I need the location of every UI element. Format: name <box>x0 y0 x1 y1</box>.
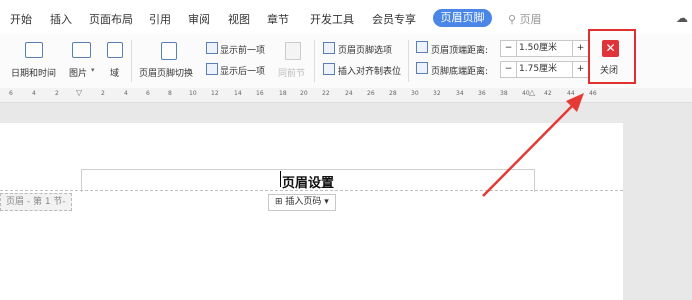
separator <box>131 40 132 82</box>
ruler-tick: 30 <box>411 90 419 97</box>
document-page[interactable]: 页眉设置 页眉 - 第 1 节- ⊞ 插入页码 ▾ <box>0 123 623 300</box>
decrement-button[interactable]: − <box>501 41 517 56</box>
footer-bottom-distance-label: 页脚底端距离: <box>431 67 489 77</box>
header-section-label: 页眉 - 第 1 节- <box>0 193 72 211</box>
ruler-tick: 36 <box>478 90 486 97</box>
picture-icon <box>72 42 91 58</box>
header-top-distance-value[interactable]: 1.50厘米 <box>519 41 557 56</box>
insert-align-tab-icon <box>323 63 335 75</box>
close-button-highlight[interactable]: ✕ 关闭 <box>588 29 636 84</box>
search-icon: ⚲ <box>508 13 520 26</box>
ruler-tick: 2 <box>55 90 59 97</box>
ruler-tick: 10 <box>189 90 197 97</box>
right-indent-marker[interactable]: △ <box>529 88 535 97</box>
header-text[interactable]: 页眉设置 <box>282 172 334 191</box>
ruler-tick: 26 <box>367 90 375 97</box>
cloud-icon[interactable]: ☁ <box>676 11 688 25</box>
increment-button[interactable]: + <box>572 62 588 77</box>
ruler-tick: 8 <box>168 90 172 97</box>
ruler-tick: 18 <box>279 90 287 97</box>
field-icon <box>107 42 123 58</box>
text-cursor <box>280 171 281 187</box>
ruler-tick: 16 <box>256 90 264 97</box>
header-top-distance-icon <box>416 41 428 53</box>
ruler-tick: 28 <box>389 90 397 97</box>
chevron-down-icon: ▾ <box>321 197 329 207</box>
left-indent-marker[interactable]: ▽ <box>76 88 82 97</box>
ruler-tick: 32 <box>433 90 441 97</box>
picture-dropdown-icon[interactable]: ▾ <box>91 66 95 74</box>
tab-insert[interactable]: 插入 <box>50 11 72 27</box>
ruler-tick: 34 <box>456 90 464 97</box>
date-time-label: 日期和时间 <box>11 69 57 79</box>
switch-label: 页眉页脚切换 <box>139 69 194 79</box>
header-top-distance-stepper[interactable]: − 1.50厘米 + <box>500 40 589 57</box>
tab-references[interactable]: 引用 <box>149 11 171 27</box>
tab-chapter[interactable]: 章节 <box>267 11 289 27</box>
hf-options-icon <box>323 42 335 54</box>
tab-developer[interactable]: 开发工具 <box>310 11 354 27</box>
ruler-tick: 6 <box>146 90 150 97</box>
separator <box>314 40 315 82</box>
insert-align-tab-label: 插入对齐制表位 <box>338 67 402 77</box>
tab-member[interactable]: 会员专享 <box>372 11 416 27</box>
tab-view[interactable]: 视图 <box>228 11 250 27</box>
document-canvas: 页眉设置 页眉 - 第 1 节- ⊞ 插入页码 ▾ <box>0 103 692 300</box>
search-box[interactable]: ⚲ 页眉 <box>508 11 542 27</box>
horizontal-ruler[interactable]: 6 4 2 2 4 6 8 10 12 14 16 18 20 22 24 26… <box>0 88 692 103</box>
show-prev-icon <box>206 42 218 54</box>
calendar-clock-icon <box>25 42 43 58</box>
tab-start[interactable]: 开始 <box>10 11 32 27</box>
page-number-icon: ⊞ <box>275 197 286 207</box>
tab-header-footer[interactable]: 页眉页脚 <box>433 9 492 27</box>
tab-page-layout[interactable]: 页面布局 <box>89 11 133 27</box>
ruler-tick: 2 <box>101 90 105 97</box>
ruler-tick: 12 <box>211 90 219 97</box>
ruler-tick: 4 <box>124 90 128 97</box>
ruler-tick: 20 <box>300 90 308 97</box>
same-as-previous-icon <box>285 42 301 60</box>
footer-bottom-distance-value[interactable]: 1.75厘米 <box>519 62 557 77</box>
show-next-label: 显示后一项 <box>220 67 266 77</box>
switch-icon <box>161 42 177 60</box>
show-next-icon <box>206 63 218 75</box>
ruler-tick: 14 <box>234 90 242 97</box>
picture-label: 图片 <box>69 69 88 79</box>
close-label: 关闭 <box>600 66 619 76</box>
ruler-tick: 22 <box>322 90 330 97</box>
insert-page-number-button[interactable]: ⊞ 插入页码 ▾ <box>268 194 336 211</box>
increment-button[interactable]: + <box>572 41 588 56</box>
ruler-tick: 6 <box>9 90 13 97</box>
close-icon: ✕ <box>602 40 619 57</box>
decrement-button[interactable]: − <box>501 62 517 77</box>
ruler-tick: 38 <box>500 90 508 97</box>
ruler-tick: 42 <box>544 90 552 97</box>
tab-review[interactable]: 审阅 <box>188 11 210 27</box>
show-prev-label: 显示前一项 <box>220 46 266 56</box>
header-top-distance-label: 页眉顶端距离: <box>431 46 489 56</box>
search-text: 页眉 <box>519 13 542 26</box>
hf-options-label: 页眉页脚选项 <box>338 46 393 56</box>
insert-page-number-label: 插入页码 <box>285 197 322 207</box>
ruler-tick: 46 <box>589 90 597 97</box>
footer-bottom-distance-icon <box>416 62 428 74</box>
separator <box>408 40 409 82</box>
field-label: 域 <box>110 69 120 79</box>
ruler-tick: 4 <box>32 90 36 97</box>
same-as-previous-label: 同前节 <box>278 69 306 79</box>
ruler-tick: 24 <box>345 90 353 97</box>
footer-bottom-distance-stepper[interactable]: − 1.75厘米 + <box>500 61 589 78</box>
ruler-tick: 44 <box>567 90 575 97</box>
